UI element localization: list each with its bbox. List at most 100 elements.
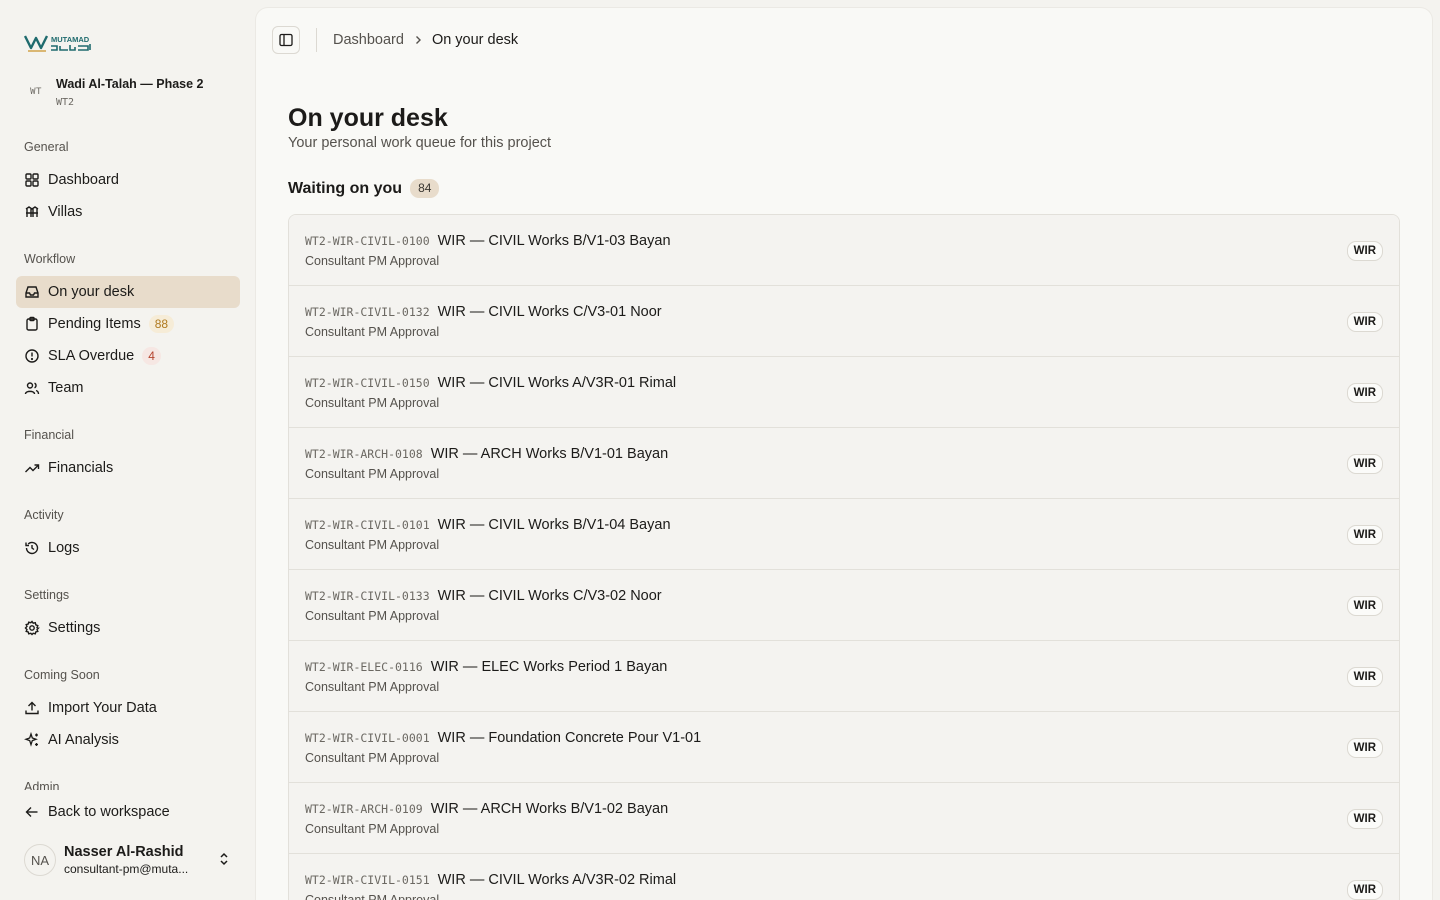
history-icon (24, 540, 40, 556)
section-workflow: Workflow (24, 252, 76, 266)
item-stage: Consultant PM Approval (305, 893, 440, 900)
section-settings: Settings (24, 588, 70, 602)
trending-up-icon (24, 460, 40, 476)
work-queue-list: WT2-WIR-CIVIL-0100 WIR — CIVIL Works B/V1… (288, 214, 1400, 900)
item-type-badge: WIR (1346, 525, 1383, 545)
avatar: NA (24, 844, 56, 876)
queue-row[interactable]: WT2-WIR-CIVIL-0001 WIR — Foundation Concr… (289, 712, 1399, 783)
chevron-right-icon (412, 34, 424, 46)
section-coming-soon: Coming Soon (24, 668, 100, 682)
chevrons-up-down-icon (220, 852, 228, 866)
item-title: WIR — Foundation Concrete Pour V1-01 (437, 730, 702, 746)
item-code: WT2-WIR-CIVIL-0001 (305, 731, 430, 745)
back-to-workspace-link[interactable]: Back to workspace (16, 796, 240, 828)
item-title: WIR — ARCH Works B/V1-02 Bayan (430, 801, 669, 817)
project-switcher[interactable]: WT Wadi Al-Talah — Phase 2 WT2 (24, 70, 234, 114)
sidebar-item-villas[interactable]: Villas (16, 196, 240, 228)
item-code: WT2-WIR-ARCH-0109 (305, 802, 423, 816)
sidebar-item-sla-overdue[interactable]: SLA Overdue 4 (16, 340, 240, 372)
section-financial: Financial (24, 428, 75, 442)
item-stage: Consultant PM Approval (305, 467, 440, 481)
sidebar-item-label: Team (48, 380, 84, 396)
sidebar-item-logs[interactable]: Logs (16, 532, 240, 564)
item-code: WT2-WIR-CIVIL-0132 (305, 305, 430, 319)
item-code: WT2-WIR-CIVIL-0151 (305, 873, 430, 887)
sidebar-item-label: SLA Overdue (48, 348, 135, 364)
item-type-badge: WIR (1346, 312, 1383, 332)
item-title: WIR — CIVIL Works B/V1-04 Bayan (437, 517, 671, 533)
sidebar-item-label: Financials (48, 460, 114, 476)
topbar-divider (316, 28, 317, 52)
sidebar-item-label: Dashboard (48, 172, 119, 188)
waiting-header: Waiting on you 84 (288, 179, 440, 198)
svg-text:MUTAMAD: MUTAMAD (51, 35, 90, 44)
item-stage: Consultant PM Approval (305, 751, 440, 765)
queue-row[interactable]: WT2-WIR-CIVIL-0150 WIR — CIVIL Works A/V3… (289, 357, 1399, 428)
item-stage: Consultant PM Approval (305, 254, 440, 268)
arrow-left-icon (24, 804, 40, 820)
waiting-count-badge: 84 (410, 179, 440, 198)
breadcrumb: Dashboard On your desk (333, 32, 518, 48)
item-type-badge: WIR (1346, 454, 1383, 474)
section-admin: Admin (24, 780, 60, 790)
item-title: WIR — ARCH Works B/V1-01 Bayan (430, 446, 669, 462)
queue-row[interactable]: WT2-WIR-CIVIL-0132 WIR — CIVIL Works C/V3… (289, 286, 1399, 357)
item-code: WT2-WIR-CIVIL-0101 (305, 518, 430, 532)
queue-row[interactable]: WT2-WIR-ELEC-0116 WIR — ELEC Works Period… (289, 641, 1399, 712)
pending-count-badge: 88 (148, 315, 175, 333)
item-title: WIR — CIVIL Works A/V3R-02 Rimal (437, 872, 677, 888)
item-type-badge: WIR (1346, 880, 1383, 900)
user-name: Nasser Al-Rashid (64, 844, 184, 860)
sidebar-item-label: Settings (48, 620, 101, 636)
item-title: WIR — CIVIL Works A/V3R-01 Rimal (437, 375, 677, 391)
sidebar-item-import-data[interactable]: Import Your Data (16, 692, 240, 724)
item-code: WT2-WIR-CIVIL-0100 (305, 234, 430, 248)
page-subtitle: Your personal work queue for this projec… (288, 135, 552, 151)
breadcrumb-current: On your desk (431, 32, 519, 48)
sidebar: MUTAMAD WT Wadi Al-Talah — Phase 2 WT2 G… (0, 0, 256, 900)
inbox-icon (24, 284, 40, 300)
item-stage: Consultant PM Approval (305, 396, 440, 410)
sidebar-item-team[interactable]: Team (16, 372, 240, 404)
sidebar-item-label: Import Your Data (48, 700, 157, 716)
queue-row[interactable]: WT2-WIR-CIVIL-0151 WIR — CIVIL Works A/V3… (289, 854, 1399, 900)
item-stage: Consultant PM Approval (305, 325, 440, 339)
brand-logo[interactable]: MUTAMAD (24, 32, 96, 54)
item-type-badge: WIR (1346, 738, 1383, 758)
clipboard-icon (24, 316, 40, 332)
sidebar-item-financials[interactable]: Financials (16, 452, 240, 484)
sidebar-item-dashboard[interactable]: Dashboard (16, 164, 240, 196)
sla-count-badge: 4 (142, 347, 161, 365)
topbar: Dashboard On your desk (272, 24, 518, 56)
item-stage: Consultant PM Approval (305, 822, 440, 836)
sidebar-item-on-your-desk[interactable]: On your desk (16, 276, 240, 308)
item-type-badge: WIR (1346, 667, 1383, 687)
queue-row[interactable]: WT2-WIR-ARCH-0108 WIR — ARCH Works B/V1-0… (289, 428, 1399, 499)
queue-row[interactable]: WT2-WIR-CIVIL-0133 WIR — CIVIL Works C/V3… (289, 570, 1399, 641)
sidebar-item-label: Pending Items (48, 316, 141, 332)
sidebar-item-settings[interactable]: Settings (16, 612, 240, 644)
villas-icon (24, 204, 40, 220)
main-panel: Dashboard On your desk On your desk Your… (256, 8, 1432, 900)
mutamad-logo-icon: MUTAMAD (24, 35, 91, 52)
breadcrumb-dashboard-link[interactable]: Dashboard (333, 32, 404, 48)
item-code: WT2-WIR-ELEC-0116 (305, 660, 423, 674)
queue-row[interactable]: WT2-WIR-CIVIL-0101 WIR — CIVIL Works B/V1… (289, 499, 1399, 570)
queue-row[interactable]: WT2-WIR-ARCH-0109 WIR — ARCH Works B/V1-0… (289, 783, 1399, 854)
sidebar-item-ai-analysis[interactable]: AI Analysis (16, 724, 240, 756)
item-type-badge: WIR (1346, 809, 1383, 829)
sidebar-item-pending-items[interactable]: Pending Items 88 (16, 308, 240, 340)
item-title: WIR — CIVIL Works C/V3-02 Noor (437, 588, 662, 604)
user-email: consultant-pm@muta... (64, 862, 189, 876)
item-code: WT2-WIR-ARCH-0108 (305, 447, 423, 461)
section-activity: Activity (24, 508, 64, 522)
sidebar-item-label: Logs (48, 540, 80, 556)
alert-circle-icon (24, 348, 40, 364)
queue-row[interactable]: WT2-WIR-CIVIL-0100 WIR — CIVIL Works B/V1… (289, 215, 1399, 286)
project-name: Wadi Al-Talah — Phase 2 (56, 76, 204, 91)
user-menu[interactable]: NA Nasser Al-Rashid consultant-pm@muta..… (24, 842, 236, 878)
item-code: WT2-WIR-CIVIL-0133 (305, 589, 430, 603)
sidebar-toggle-button[interactable] (272, 26, 300, 54)
project-badge: WT (30, 87, 42, 97)
item-code: WT2-WIR-CIVIL-0150 (305, 376, 430, 390)
